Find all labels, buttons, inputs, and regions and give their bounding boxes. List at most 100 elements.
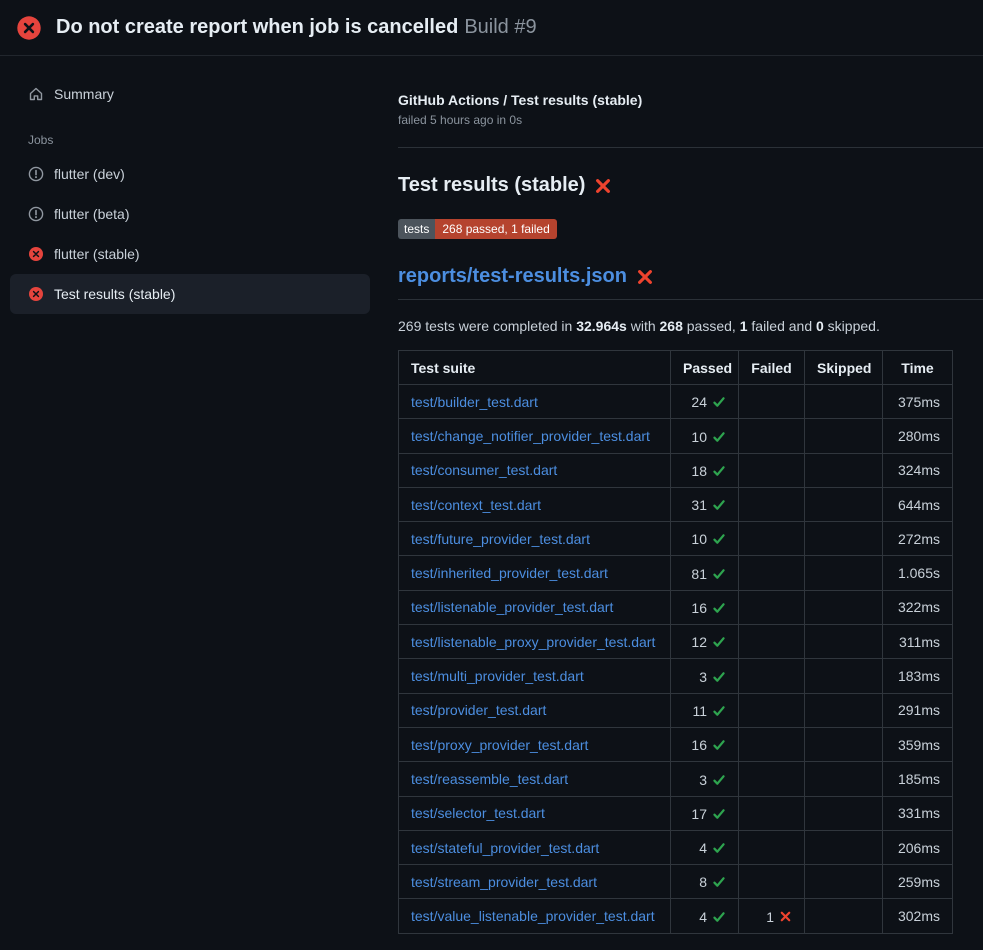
summary-failed: 1 <box>740 318 748 334</box>
passed-count: 16 <box>691 737 707 753</box>
table-row: test/listenable_provider_test.dart 16 322m… <box>399 590 953 624</box>
check-icon <box>712 635 726 649</box>
cross-mark-icon <box>594 177 612 195</box>
test-suite-link[interactable]: test/change_notifier_provider_test.dart <box>411 428 650 444</box>
check-icon <box>712 910 726 924</box>
table-row: test/future_provider_test.dart10272ms <box>399 522 953 556</box>
sidebar-item-label: flutter (dev) <box>54 166 125 182</box>
test-suite-link[interactable]: test/stateful_provider_test.dart <box>411 840 599 856</box>
sidebar-item-label: flutter (beta) <box>54 206 129 222</box>
test-suite-link[interactable]: test/listenable_proxy_provider_test.dart <box>411 634 655 650</box>
failed-status-icon <box>16 15 42 41</box>
test-suite-link[interactable]: test/context_test.dart <box>411 497 541 513</box>
check-icon <box>712 601 726 615</box>
sidebar: Summary Jobs flutter (dev) flutter (beta… <box>0 56 380 314</box>
test-suite-link[interactable]: test/stream_provider_test.dart <box>411 874 597 890</box>
summary-skipped: 0 <box>816 318 824 334</box>
jobs-heading: Jobs <box>10 128 370 152</box>
sidebar-item-flutter-dev[interactable]: flutter (dev) <box>10 154 370 194</box>
sidebar-item-test-results-stable[interactable]: Test results (stable) <box>10 274 370 314</box>
check-icon <box>712 498 726 512</box>
test-suite-link[interactable]: test/reassemble_test.dart <box>411 771 568 787</box>
passed-count: 17 <box>691 806 707 822</box>
passed-count: 24 <box>691 394 707 410</box>
passed-count: 4 <box>699 840 707 856</box>
passed-count: 8 <box>699 874 707 890</box>
breadcrumb: GitHub Actions / Test results (stable) <box>398 92 983 108</box>
test-suite-link[interactable]: test/provider_test.dart <box>411 702 546 718</box>
table-row: test/provider_test.dart11291ms <box>399 693 953 727</box>
sidebar-item-label: flutter (stable) <box>54 246 140 262</box>
passed-count: 16 <box>691 600 707 616</box>
failed-status-icon <box>28 286 44 302</box>
cross-icon <box>779 910 792 923</box>
check-icon <box>712 430 726 444</box>
passed-count: 3 <box>699 669 707 685</box>
time-cell: 322ms <box>883 590 953 624</box>
check-icon <box>712 532 726 546</box>
test-suite-link[interactable]: test/inherited_provider_test.dart <box>411 565 608 581</box>
passed-count: 12 <box>691 634 707 650</box>
section-title-text: Test results (stable) <box>398 174 585 197</box>
summary-text: failed and <box>748 318 817 334</box>
test-suite-link[interactable]: test/builder_test.dart <box>411 394 538 410</box>
test-suite-link[interactable]: test/consumer_test.dart <box>411 462 557 478</box>
time-cell: 331ms <box>883 796 953 830</box>
table-row: test/stream_provider_test.dart8259ms <box>399 865 953 899</box>
col-header-test-suite: Test suite <box>399 351 671 385</box>
table-row: test/value_listenable_provider_test.dart… <box>399 899 953 933</box>
passed-count: 3 <box>699 772 707 788</box>
sidebar-item-label: Summary <box>54 86 114 102</box>
check-icon <box>712 841 726 855</box>
summary-line: 269 tests were completed in 32.964s with… <box>398 318 983 334</box>
test-suite-link[interactable]: test/listenable_provider_test.dart <box>411 599 613 615</box>
test-suite-link[interactable]: test/value_listenable_provider_test.dart <box>411 908 655 924</box>
passed-count: 11 <box>692 703 707 719</box>
sidebar-item-flutter-beta[interactable]: flutter (beta) <box>10 194 370 234</box>
badge-value: 268 passed, 1 failed <box>435 219 556 239</box>
build-number: Build #9 <box>464 16 536 38</box>
time-cell: 375ms <box>883 385 953 419</box>
tests-badge: tests 268 passed, 1 failed <box>398 219 557 239</box>
page-header: Do not create report when job is cancell… <box>0 0 983 56</box>
test-suite-link[interactable]: test/future_provider_test.dart <box>411 531 590 547</box>
table-row: test/inherited_provider_test.dart811.065… <box>399 556 953 590</box>
check-icon <box>712 670 726 684</box>
table-row: test/consumer_test.dart18324ms <box>399 453 953 487</box>
home-icon <box>28 86 44 102</box>
time-cell: 302ms <box>883 899 953 933</box>
summary-text: 269 tests were completed in <box>398 318 576 334</box>
check-icon <box>712 807 726 821</box>
summary-duration: 32.964s <box>576 318 627 334</box>
time-cell: 206ms <box>883 830 953 864</box>
test-suite-link[interactable]: test/multi_provider_test.dart <box>411 668 584 684</box>
test-suite-link[interactable]: test/selector_test.dart <box>411 805 545 821</box>
check-icon <box>712 875 726 889</box>
table-row: test/selector_test.dart 17 331ms <box>399 796 953 830</box>
check-icon <box>712 395 726 409</box>
passed-count: 4 <box>699 909 707 925</box>
divider <box>398 147 983 148</box>
run-status-line: failed 5 hours ago in 0s <box>398 113 983 127</box>
table-row: test/proxy_provider_test.dart 16 359ms <box>399 727 953 761</box>
time-cell: 359ms <box>883 727 953 761</box>
failed-status-icon <box>28 246 44 262</box>
table-row: test/stateful_provider_test.dart 4 206ms <box>399 830 953 864</box>
summary-text: passed, <box>683 318 740 334</box>
check-icon <box>712 464 726 478</box>
neutral-status-icon <box>28 206 44 222</box>
check-icon <box>712 567 726 581</box>
passed-count: 31 <box>691 497 707 513</box>
failed-count: 1 <box>766 909 774 925</box>
report-link[interactable]: reports/test-results.json <box>398 265 627 288</box>
test-suite-link[interactable]: test/proxy_provider_test.dart <box>411 737 588 753</box>
table-row: test/builder_test.dart 24 375ms <box>399 385 953 419</box>
time-cell: 272ms <box>883 522 953 556</box>
time-cell: 644ms <box>883 487 953 521</box>
section-title: Test results (stable) <box>398 174 983 197</box>
results-table: Test suite Passed Failed Skipped Time te… <box>398 350 953 934</box>
neutral-status-icon <box>28 166 44 182</box>
main-content: GitHub Actions / Test results (stable) f… <box>380 56 983 934</box>
sidebar-item-flutter-stable[interactable]: flutter (stable) <box>10 234 370 274</box>
sidebar-item-summary[interactable]: Summary <box>10 74 370 114</box>
